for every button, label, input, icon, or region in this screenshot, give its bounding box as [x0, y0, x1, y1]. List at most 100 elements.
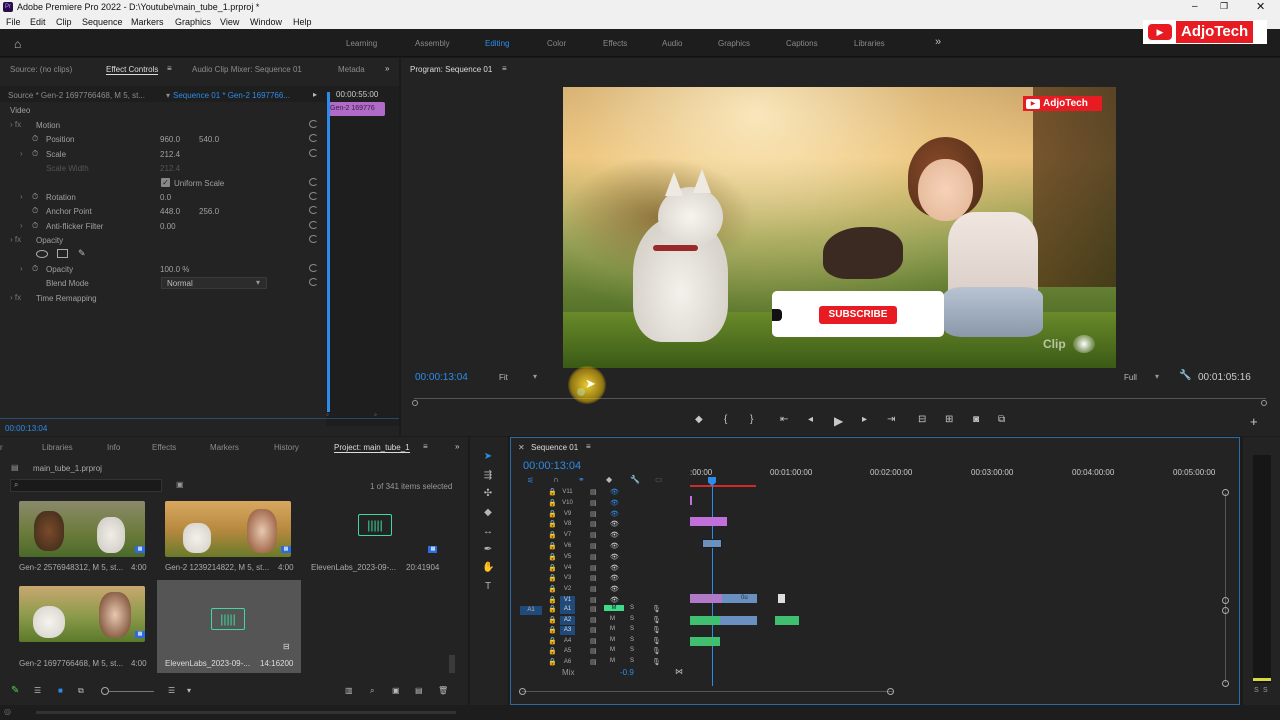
program-scrubber[interactable] [414, 398, 1266, 406]
new-bin-icon[interactable]: ▣ [176, 480, 184, 489]
track-name[interactable]: V5 [560, 553, 575, 562]
track-name[interactable]: A5 [560, 647, 575, 656]
solo-button[interactable]: S [630, 616, 634, 622]
snap-icon[interactable]: ∩ [553, 475, 559, 484]
go-to-in-icon[interactable]: ⇤ [780, 414, 788, 425]
subscribe-button[interactable]: SUBSCRIBE [819, 306, 897, 324]
lock-icon[interactable]: 🔒 [548, 510, 557, 518]
source-patch-a1[interactable]: A1 [520, 606, 542, 615]
reset-icon[interactable] [309, 192, 318, 200]
project-item-thumb[interactable]: ▦ [19, 501, 145, 557]
position-y-field[interactable]: 540.0 [199, 135, 219, 144]
scroll-handle[interactable] [1222, 607, 1229, 614]
compare-view-icon[interactable]: ⧉ [998, 414, 1005, 425]
chevron-down-icon[interactable]: ▾ [187, 686, 191, 695]
tab-metadata[interactable]: Metada [338, 65, 365, 74]
track-name[interactable]: V10 [560, 499, 575, 508]
project-item-selected[interactable]: ||||| ⊟ ElevenLabs_2023-09-... 14:16200 [157, 580, 301, 673]
tab-libraries[interactable]: Libraries [42, 443, 73, 452]
menu-window[interactable]: Window [250, 17, 282, 27]
microphone-icon[interactable]: 🎙 [652, 647, 661, 655]
ec-mini-timeline[interactable] [326, 86, 399, 426]
razor-tool-icon[interactable]: ◆ [482, 507, 494, 519]
lock-icon[interactable]: 🔒 [548, 658, 557, 666]
sync-lock-icon[interactable]: ▤ [590, 658, 597, 666]
tab-sequence[interactable]: Sequence 01 [531, 443, 578, 452]
mute-button[interactable]: M [604, 605, 624, 611]
tab-program[interactable]: Program: Sequence 01 [410, 65, 492, 74]
new-item-icon[interactable]: ▤ [415, 686, 423, 695]
mark-out-icon[interactable]: } [750, 414, 753, 425]
new-bin-icon[interactable]: ▣ [392, 686, 400, 695]
lock-icon[interactable]: 🔒 [548, 585, 557, 593]
reset-icon[interactable] [309, 264, 318, 272]
track-name[interactable]: A6 [560, 658, 575, 667]
sync-lock-icon[interactable]: ▤ [590, 574, 597, 582]
project-item-thumb[interactable]: ▦ [19, 586, 145, 642]
add-button-icon[interactable]: + [1250, 414, 1258, 429]
microphone-icon[interactable]: 🎙 [652, 637, 661, 645]
add-marker-icon[interactable]: ◆ [606, 475, 612, 484]
nest-icon[interactable]: ⚟ [527, 476, 534, 485]
timeline-playhead-line[interactable] [712, 486, 713, 686]
solo-button[interactable]: S [630, 658, 634, 664]
scrubber-handle[interactable] [1261, 400, 1267, 406]
quality-select[interactable]: Full ▾ [1120, 371, 1168, 383]
lock-icon[interactable]: 🔒 [548, 647, 557, 655]
clip-v1-c[interactable] [778, 594, 785, 603]
track-name[interactable]: V6 [560, 542, 575, 551]
program-timecode[interactable]: 00:00:13:04 [415, 372, 468, 383]
pen-tool-icon[interactable]: ✒ [482, 544, 494, 556]
expand-chevron-icon[interactable]: › [20, 149, 23, 158]
tab-audio-clip-mixer[interactable]: Audio Clip Mixer: Sequence 01 [192, 65, 302, 74]
menu-help[interactable]: Help [293, 17, 312, 27]
track-name[interactable]: V1 [560, 596, 575, 605]
step-forward-icon[interactable]: ▸ [862, 414, 867, 425]
slip-tool-icon[interactable]: ↔ [482, 526, 494, 538]
settings-wrench-icon[interactable]: 🔧 [630, 475, 640, 484]
timeline-horizontal-scrollbar[interactable] [522, 691, 894, 692]
menu-graphics[interactable]: Graphics [175, 17, 211, 27]
timeline-vertical-scrollbar[interactable] [1225, 493, 1226, 683]
reset-icon[interactable] [309, 134, 318, 142]
play-triangle-icon[interactable]: ▸ [313, 90, 317, 99]
lock-icon[interactable]: 🔒 [548, 626, 557, 634]
workspace-learning[interactable]: Learning [346, 39, 377, 48]
extract-icon[interactable]: ⊞ [945, 414, 953, 425]
track-name[interactable]: V2 [560, 585, 575, 594]
eye-icon[interactable]: 👁 [610, 574, 619, 582]
lift-icon[interactable]: ⊟ [918, 414, 926, 425]
camera-icon[interactable]: ◙ [973, 414, 979, 425]
panel-overflow-icon[interactable]: » [455, 442, 459, 451]
workspace-color[interactable]: Color [547, 39, 566, 48]
clip-v6[interactable] [702, 539, 722, 548]
restore-icon[interactable]: ❐ [1220, 1, 1228, 12]
zoom-handle-icon[interactable]: ◦ [326, 410, 329, 419]
eye-icon[interactable]: 👁 [610, 553, 619, 561]
workspace-audio[interactable]: Audio [662, 39, 682, 48]
menu-file[interactable]: File [6, 17, 21, 27]
track-name[interactable]: A2 [560, 615, 575, 625]
panel-menu-icon[interactable]: ≡ [586, 442, 591, 451]
rotation-field[interactable]: 0.0 [160, 193, 171, 202]
eye-icon[interactable]: 👁 [610, 488, 619, 496]
sync-lock-icon[interactable]: ▤ [590, 605, 597, 613]
reset-icon[interactable] [309, 221, 318, 229]
lock-icon[interactable]: 🔒 [548, 520, 557, 528]
solo-label[interactable]: S [1263, 687, 1268, 694]
eye-icon[interactable]: 👁 [610, 596, 619, 604]
ec-source-clip[interactable]: Source * Gen-2 1697766468, M 5, st... [8, 91, 145, 100]
clip-a2-a[interactable] [690, 616, 720, 625]
automate-icon[interactable]: ▥ [345, 686, 353, 695]
overflow-left-icon[interactable]: r [0, 443, 3, 452]
scroll-handle[interactable] [887, 688, 894, 695]
workspace-graphics[interactable]: Graphics [718, 39, 750, 48]
ellipse-mask-icon[interactable] [36, 250, 48, 258]
workspace-libraries[interactable]: Libraries [854, 39, 885, 48]
list-view-icon[interactable]: ☰ [34, 686, 41, 695]
reset-icon[interactable] [309, 278, 318, 286]
ec-motion[interactable]: Motion [36, 121, 60, 130]
workspace-captions[interactable]: Captions [786, 39, 818, 48]
opacity-section[interactable]: Opacity [36, 236, 63, 245]
uniform-scale-checkbox[interactable]: ✓ [161, 178, 170, 187]
